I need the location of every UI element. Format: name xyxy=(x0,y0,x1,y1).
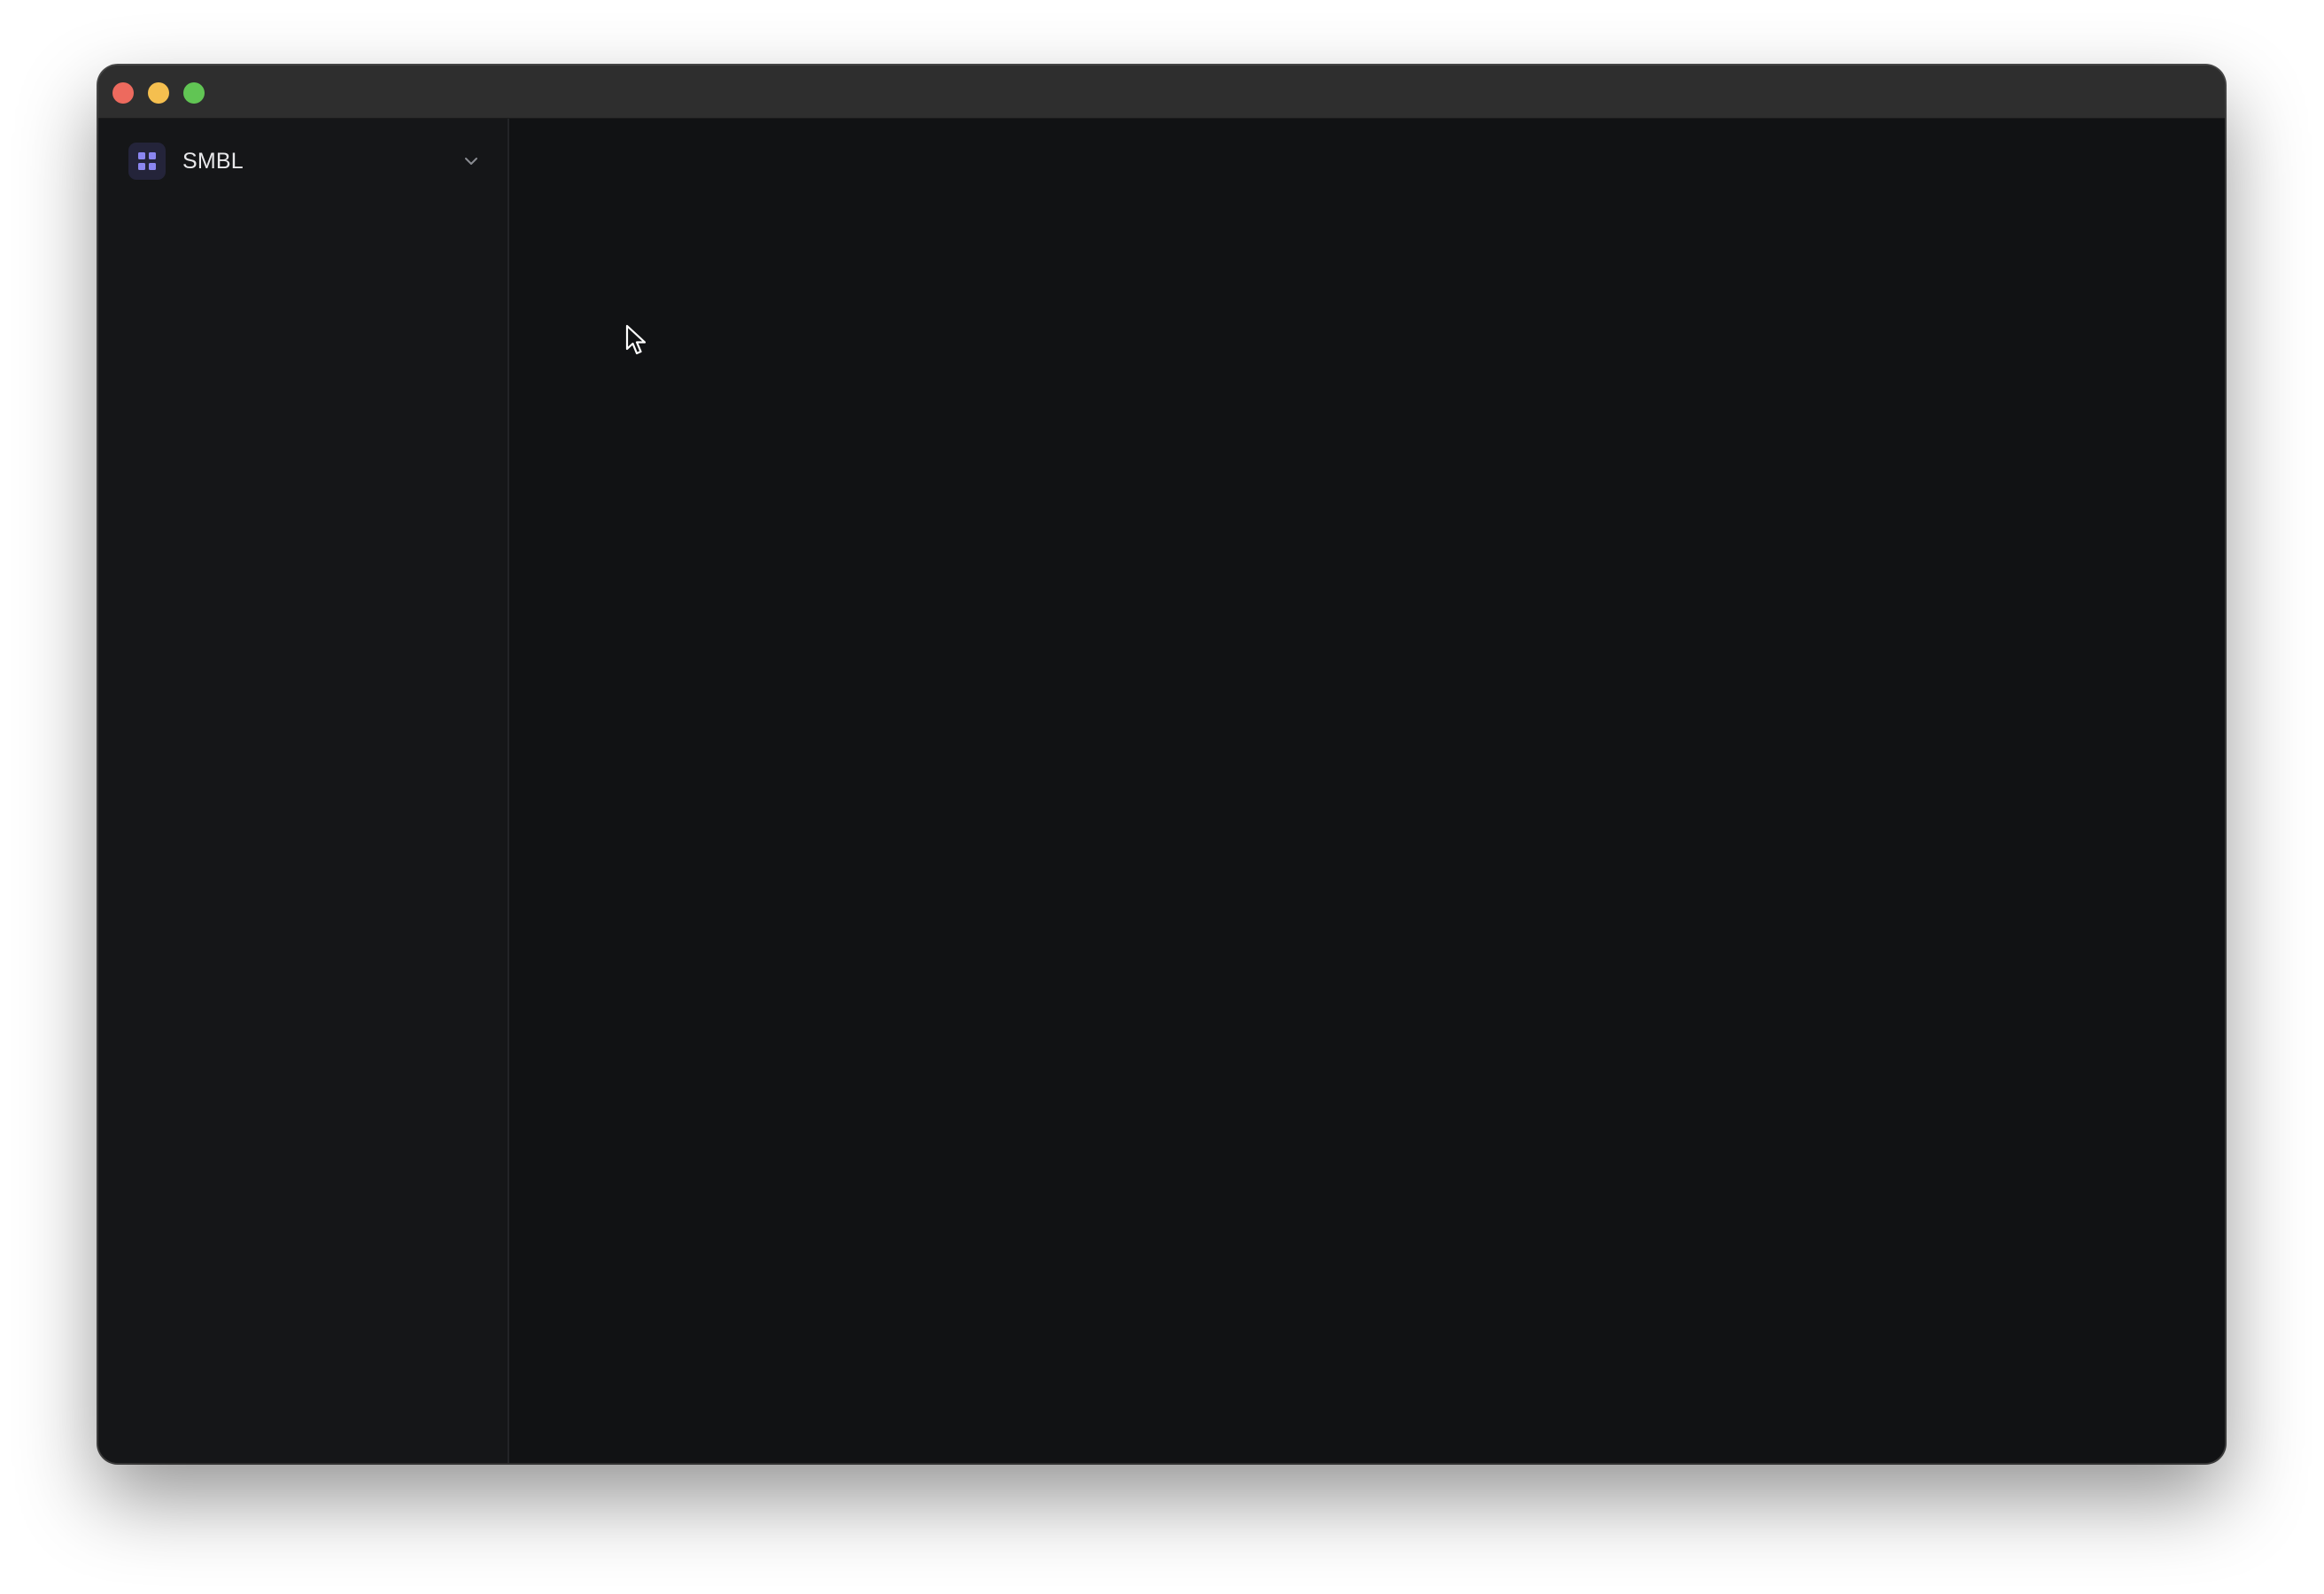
title-bar xyxy=(98,66,2225,119)
workspace-switcher[interactable]: SMBL xyxy=(128,142,484,181)
chevron-down-icon xyxy=(461,151,481,171)
grid-icon xyxy=(128,143,166,180)
app-window: SMBL xyxy=(98,66,2225,1463)
sidebar: SMBL xyxy=(98,119,509,1463)
minimize-icon[interactable] xyxy=(148,82,169,104)
zoom-icon[interactable] xyxy=(183,82,205,104)
workspace-name: SMBL xyxy=(182,148,244,174)
close-icon[interactable] xyxy=(112,82,134,104)
main-content xyxy=(509,119,2225,1463)
